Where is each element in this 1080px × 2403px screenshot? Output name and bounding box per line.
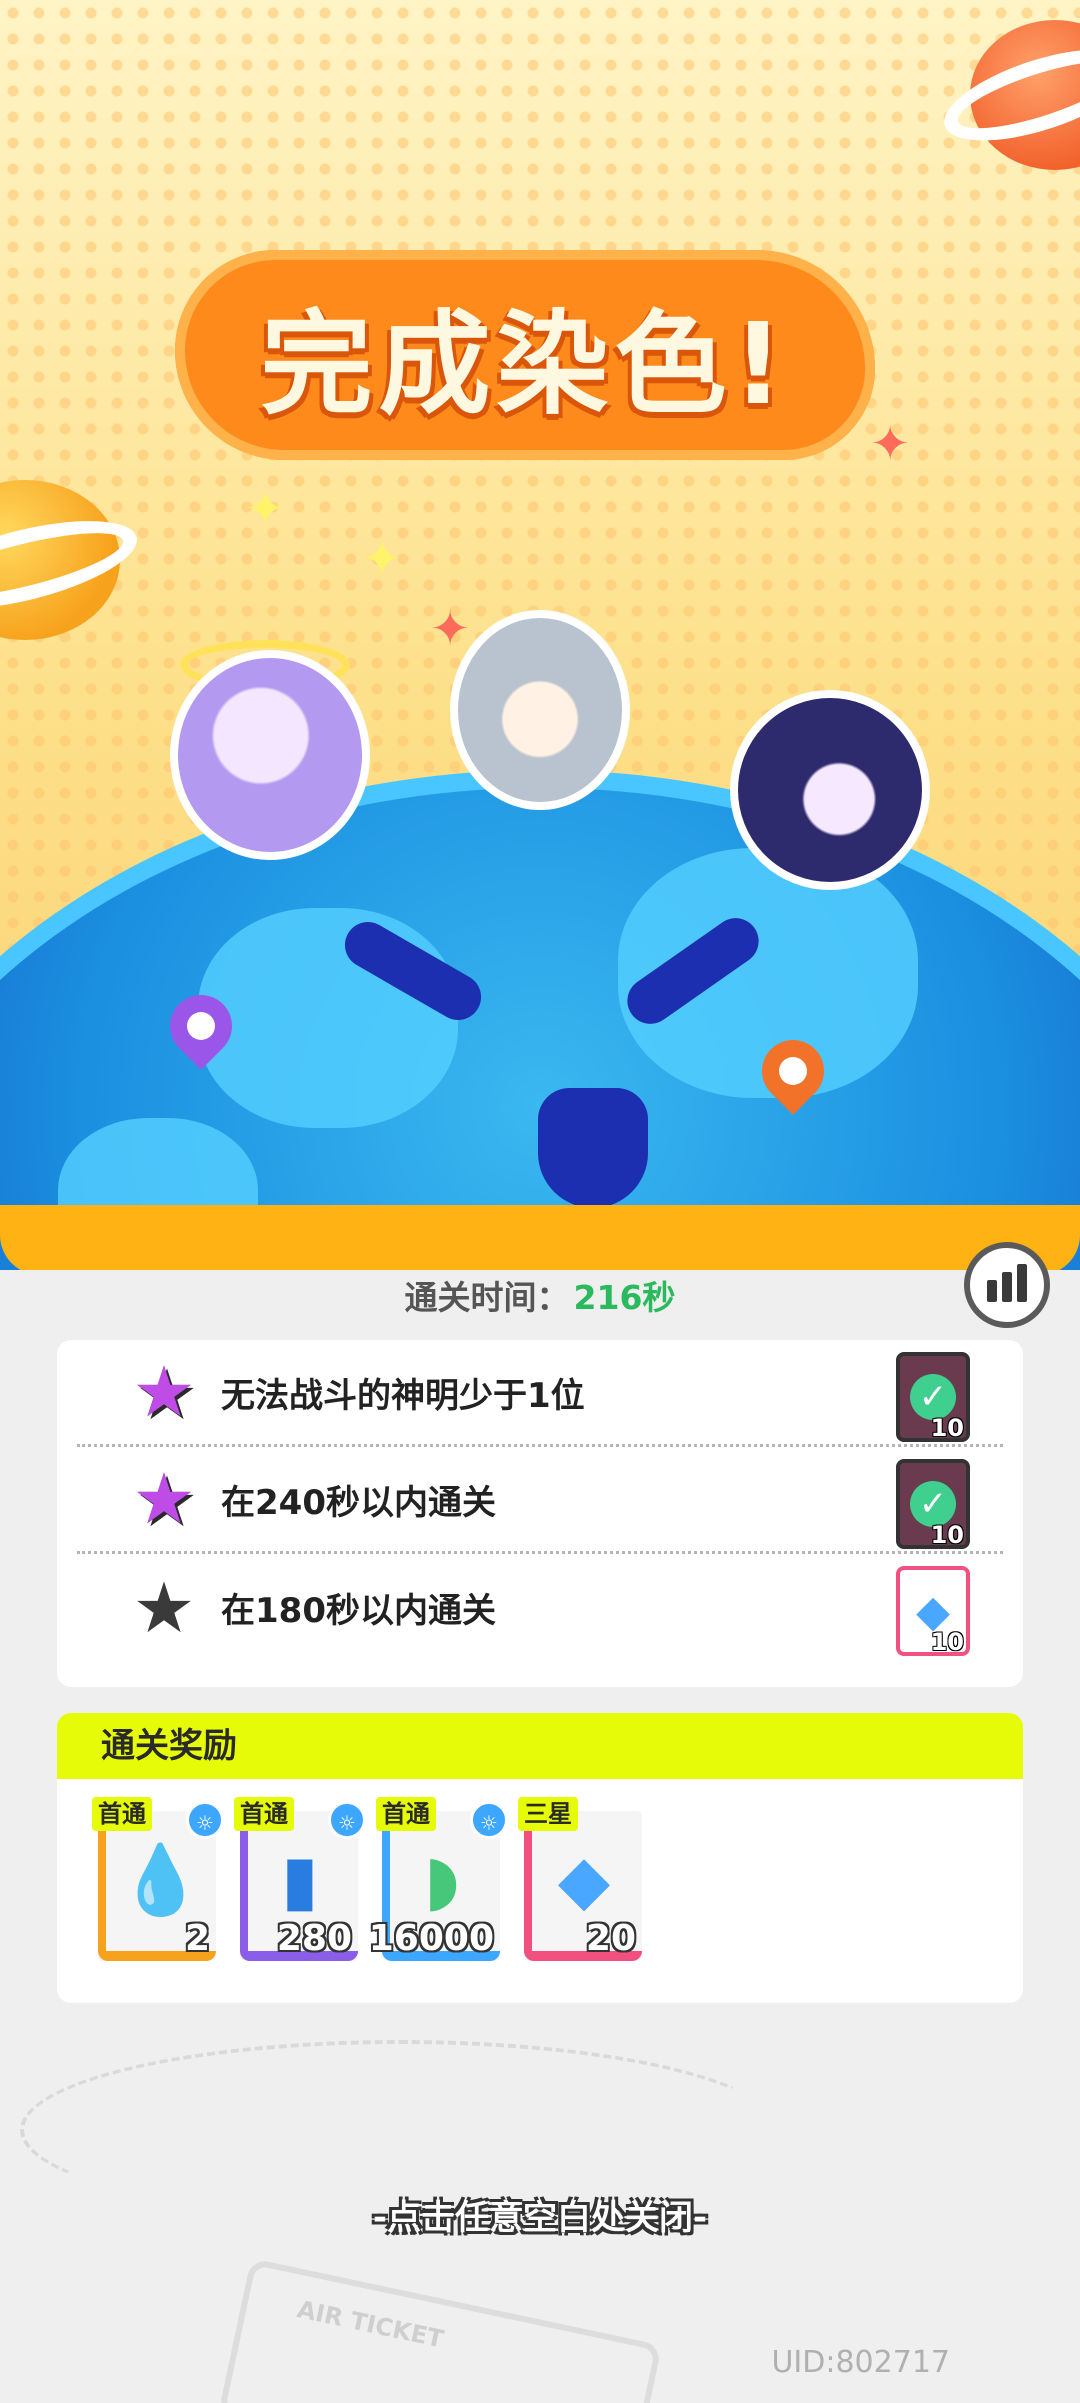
reward-item[interactable]: 首通 ☼ 💧 2 <box>92 1797 224 1966</box>
clear-time: 通关时间： 216秒 <box>0 1265 1080 1325</box>
first-clear-tag: 首通 <box>92 1797 152 1831</box>
goal-reward: ✓ 10 <box>896 1459 970 1549</box>
paint-can-icon: ▮ <box>281 1841 319 1920</box>
first-clear-tag: 首通 <box>234 1797 294 1831</box>
sparkle-icon: ✦ <box>870 416 911 472</box>
first-clear-tag: 首通 <box>376 1797 436 1831</box>
star-achieved-icon: ★ <box>132 1351 196 1433</box>
reward-count: 10 <box>930 1414 964 1442</box>
clear-rewards-panel: 通关奖励 首通 ☼ 💧 2 首通 ☼ ▮ 280 首通 ☼ ◗ 16000 三星… <box>57 1713 1023 2003</box>
reward-count: 10 <box>930 1521 964 1549</box>
rewards-header: 通关奖励 <box>57 1713 1023 1779</box>
reward-count: 2 <box>184 1918 210 1959</box>
goal-text: 在180秒以内通关 <box>221 1591 496 1631</box>
character-avatar <box>450 610 630 810</box>
smiling-globe <box>0 770 1080 1270</box>
droplet-icon: 💧 <box>118 1841 203 1920</box>
three-star-tag: 三星 <box>518 1797 578 1831</box>
close-hint[interactable]: -点击任意空白处关闭- <box>0 2190 1080 2239</box>
star-achieved-icon: ★ <box>132 1458 196 1540</box>
sparkle-icon: ✦ <box>430 601 471 657</box>
palm-badge-icon: ☼ <box>328 1801 366 1839</box>
palm-badge-icon: ☼ <box>186 1801 224 1839</box>
character-avatar <box>170 650 370 860</box>
result-scene: 完成染色! ✦ ✦ ✦ ✦ <box>0 0 1080 1270</box>
reward-count: 280 <box>276 1918 352 1959</box>
palm-badge-icon: ☼ <box>470 1801 508 1839</box>
sparkle-icon: ✦ <box>362 531 403 587</box>
sparkle-icon: ✦ <box>245 481 286 537</box>
goal-reward: ✓ 10 <box>896 1352 970 1442</box>
gem-icon: ◆ <box>557 1841 611 1920</box>
goal-text: 无法战斗的神明少于1位 <box>221 1375 585 1416</box>
clear-time-value: 216秒 <box>573 1278 676 1317</box>
reward-count: 10 <box>930 1628 964 1656</box>
reward-count: 16000 <box>368 1918 494 1959</box>
goal-text: 在240秒以内通关 <box>221 1482 496 1523</box>
air-ticket-decoration: AIR TICKET <box>217 2258 663 2403</box>
star-empty-icon: ★ <box>132 1566 196 1649</box>
ticket-text: AIR TICKET <box>294 2295 446 2354</box>
reward-item[interactable]: 首通 ☼ ◗ 16000 <box>369 1797 508 1966</box>
character-avatar <box>730 690 930 890</box>
stats-button[interactable] <box>964 1242 1050 1328</box>
paint-tube-icon: ◗ <box>424 1841 460 1920</box>
reward-items: 首通 ☼ 💧 2 首通 ☼ ▮ 280 首通 ☼ ◗ 16000 三星 ◆ 20 <box>92 1797 647 1966</box>
reward-count: 20 <box>585 1918 636 1959</box>
goal-row: ★ 无法战斗的神明少于1位 ✓ 10 <box>77 1340 1003 1447</box>
goal-reward: ◆ 10 <box>896 1566 970 1656</box>
star-goals-panel: ★ 无法战斗的神明少于1位 ✓ 10 ★ 在240秒以内通关 ✓ 10 ★ 在1… <box>57 1340 1023 1687</box>
goal-row: ★ 在240秒以内通关 ✓ 10 <box>77 1447 1003 1554</box>
goal-row: ★ 在180秒以内通关 ◆ 10 <box>77 1554 1003 1661</box>
result-title: 完成染色! <box>260 300 790 430</box>
reward-item[interactable]: 首通 ☼ ▮ 280 <box>234 1797 366 1966</box>
clear-time-label: 通关时间： <box>404 1278 570 1317</box>
reward-item[interactable]: 三星 ◆ 20 <box>518 1797 647 1966</box>
uid-label: UID:802717 <box>771 2345 950 2380</box>
